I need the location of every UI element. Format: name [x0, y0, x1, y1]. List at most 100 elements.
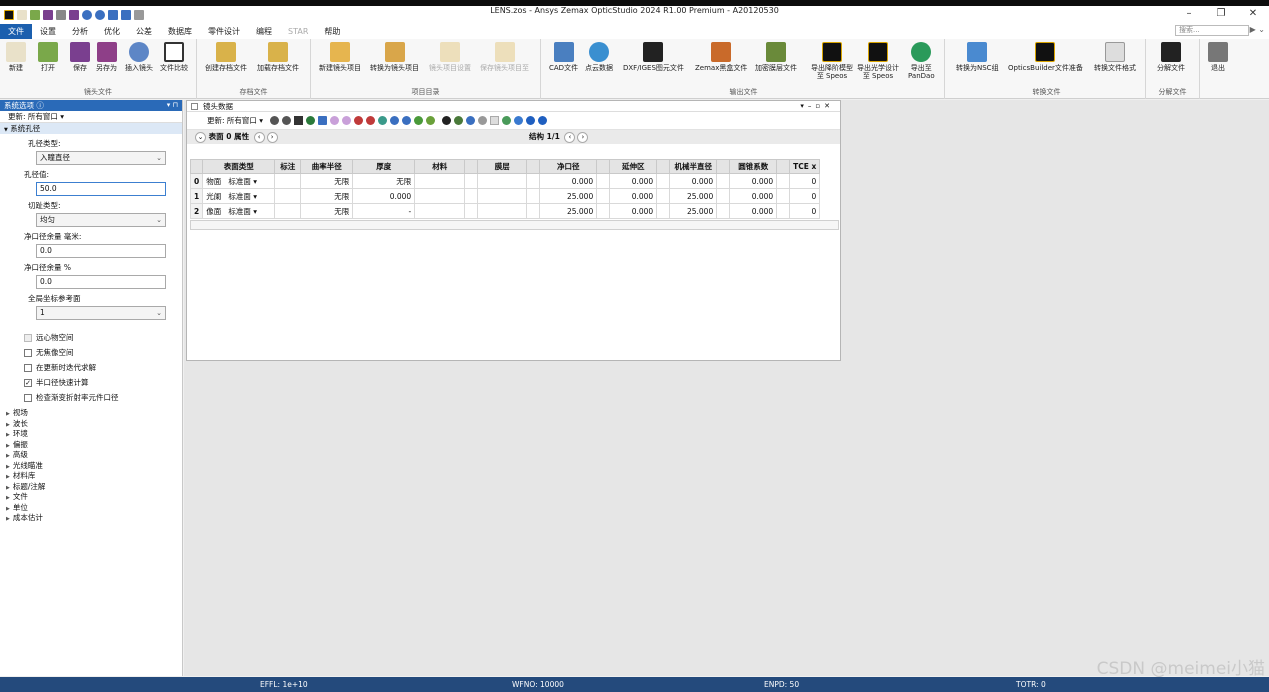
crosshair-icon[interactable]: [294, 116, 304, 125]
clear-semi-dia-cell[interactable]: 25.000: [539, 203, 598, 219]
panel-pin-icon[interactable]: ▾ ⊓: [167, 100, 178, 111]
chip-zone-cell[interactable]: 0.000: [609, 203, 658, 219]
thickness-cell[interactable]: -: [352, 203, 416, 219]
solve-cell[interactable]: [716, 173, 731, 189]
encrypted-coating-button[interactable]: 加密膜层文件: [755, 42, 797, 72]
col-thickness[interactable]: 厚度: [352, 159, 416, 174]
horizontal-scrollbar[interactable]: [190, 220, 839, 230]
tab-analyze[interactable]: 分析: [64, 24, 96, 39]
spot-icon[interactable]: [354, 116, 364, 125]
opticsbuilder-button[interactable]: OpticsBuilder文件准备: [1008, 42, 1083, 72]
project-settings-button[interactable]: 镜头项目设置: [429, 42, 471, 72]
col-conic[interactable]: 圆锥系数: [729, 159, 778, 174]
col-clear-solve[interactable]: [596, 159, 611, 174]
lens-icon[interactable]: [378, 116, 388, 125]
solve-cell[interactable]: [656, 203, 671, 219]
col-material-solve[interactable]: [464, 159, 479, 174]
col-chip-zone[interactable]: 延伸区: [609, 159, 658, 174]
next-surface-icon[interactable]: ›: [266, 131, 278, 143]
globe-icon[interactable]: [306, 116, 316, 125]
tree-wavelengths[interactable]: ▶ 波长: [0, 419, 182, 430]
toggle-icon[interactable]: [478, 116, 488, 125]
tab-star[interactable]: STAR: [280, 24, 316, 39]
layout-icon[interactable]: [318, 116, 328, 125]
col-mech-solve[interactable]: [716, 159, 731, 174]
arrow-right-icon[interactable]: [526, 116, 536, 125]
ray-fan-icon[interactable]: [342, 116, 352, 125]
solve-cell[interactable]: [596, 173, 611, 189]
conic-cell[interactable]: 0.000: [729, 173, 778, 189]
iterate-solves-checkbox[interactable]: 在更新时迭代求解: [0, 360, 182, 375]
surface-type-cell[interactable]: 物面 标准面 ▾: [202, 173, 276, 189]
point-cloud-button[interactable]: 点云数据: [585, 42, 613, 72]
create-archive-button[interactable]: 创建存档文件: [205, 42, 247, 72]
material-cell[interactable]: [414, 173, 466, 189]
prev-config-icon[interactable]: ‹: [564, 131, 576, 143]
clear-margin-pct-input[interactable]: 0.0: [36, 275, 166, 289]
tab-part-designer[interactable]: 零件设计: [200, 24, 248, 39]
chip-zone-cell[interactable]: 0.000: [609, 173, 658, 189]
coating-cell[interactable]: [477, 188, 528, 204]
material-cell[interactable]: [414, 188, 466, 204]
aperture-type-select[interactable]: 入瞳直径 ⌄: [36, 151, 166, 165]
solves-icon[interactable]: [426, 116, 436, 125]
solve-cell[interactable]: [464, 173, 479, 189]
solve-cell[interactable]: [656, 188, 671, 204]
solve-cell[interactable]: [656, 173, 671, 189]
clear-semi-dia-cell[interactable]: 25.000: [539, 188, 598, 204]
tce-cell[interactable]: 0: [789, 173, 821, 189]
refresh-all-icon[interactable]: [282, 116, 292, 125]
undo-arrow-icon[interactable]: [466, 116, 476, 125]
row-index[interactable]: 2: [189, 203, 204, 219]
solve-cell[interactable]: [526, 188, 541, 204]
convert-project-button[interactable]: 转换为镜头项目: [370, 42, 419, 72]
tree-title-notes[interactable]: ▶ 标题/注解: [0, 482, 182, 493]
tab-help[interactable]: 帮助: [316, 24, 348, 39]
ray-trace-icon[interactable]: [330, 116, 340, 125]
comment-cell[interactable]: [274, 203, 302, 219]
global-ref-select[interactable]: 1 ⌄: [36, 306, 166, 320]
mech-semi-dia-cell[interactable]: 25.000: [669, 203, 718, 219]
tree-fields[interactable]: ▶ 视场: [0, 408, 182, 419]
speos-export-button[interactable]: 导出降阶模型 至 Speos: [811, 42, 853, 80]
load-archive-button[interactable]: 加载存档文件: [257, 42, 299, 72]
tab-file[interactable]: 文件: [0, 24, 32, 39]
col-comment[interactable]: 标注: [274, 159, 302, 174]
col-surface-type[interactable]: 表面类型: [202, 159, 276, 174]
tree-material-catalogs[interactable]: ▶ 材料库: [0, 471, 182, 482]
surface-type-cell[interactable]: 像面 标准面 ▾: [202, 203, 276, 219]
col-radius[interactable]: 曲率半径: [300, 159, 354, 174]
mech-semi-dia-cell[interactable]: 25.000: [669, 188, 718, 204]
row-index[interactable]: 0: [189, 173, 204, 189]
insert-lens-button[interactable]: 插入镜头: [125, 42, 153, 72]
aperture-value-input[interactable]: 50.0: [36, 182, 166, 196]
solve-cell[interactable]: [776, 188, 791, 204]
afocal-checkbox[interactable]: 无焦像空间: [0, 345, 182, 360]
thickness-cell[interactable]: 0.000: [352, 188, 416, 204]
split-file-button[interactable]: 分解文件: [1157, 42, 1185, 72]
tree-units[interactable]: ▶ 单位: [0, 503, 182, 514]
radius-cell[interactable]: 无限: [300, 203, 354, 219]
mech-semi-dia-cell[interactable]: 0.000: [669, 173, 718, 189]
tab-tolerance[interactable]: 公差: [128, 24, 160, 39]
cad-file-button[interactable]: CAD文件: [549, 42, 578, 72]
solve-cell[interactable]: [716, 203, 731, 219]
save-as-button[interactable]: 另存为: [96, 42, 117, 72]
solve-cell[interactable]: [526, 203, 541, 219]
tree-polarization[interactable]: ▶ 偏振: [0, 440, 182, 451]
minimize-icon[interactable]: –: [1173, 8, 1205, 19]
convert-format-button[interactable]: 转换文件格式: [1094, 42, 1136, 72]
col-mech-semi-dia[interactable]: 机械半直径: [669, 159, 718, 174]
col-coating[interactable]: 膜层: [477, 159, 528, 174]
tce-cell[interactable]: 0: [789, 188, 821, 204]
help-icon[interactable]: [538, 116, 548, 125]
col-clear-semi-dia[interactable]: 净口径: [539, 159, 598, 174]
blackbox-button[interactable]: Zemax黑盒文件: [695, 42, 747, 72]
surface-type-cell[interactable]: 光阑 标准面 ▾: [202, 188, 276, 204]
solve-cell[interactable]: [464, 203, 479, 219]
chip-zone-cell[interactable]: 0.000: [609, 188, 658, 204]
swap-icon[interactable]: [502, 116, 512, 125]
comment-cell[interactable]: [274, 173, 302, 189]
tab-optimize[interactable]: 优化: [96, 24, 128, 39]
new-button[interactable]: 新建: [6, 42, 26, 72]
